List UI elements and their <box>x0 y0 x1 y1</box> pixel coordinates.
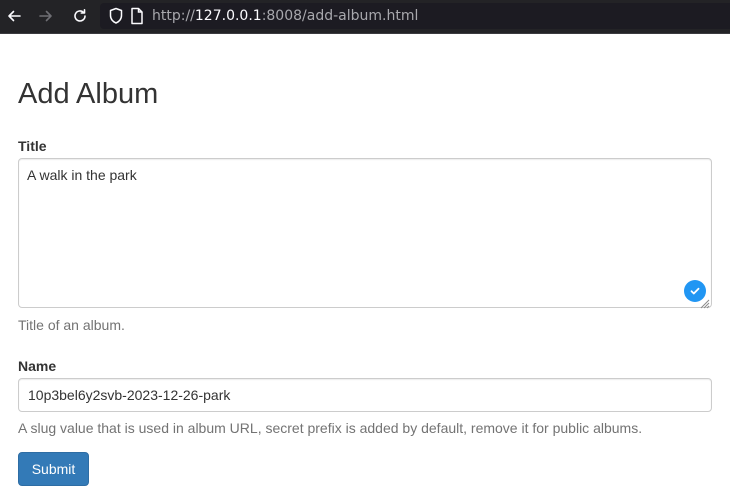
title-field-wrapper: A walk in the park <box>18 158 712 309</box>
back-arrow-icon[interactable] <box>2 5 26 27</box>
submit-button[interactable]: Submit <box>18 452 89 486</box>
title-help-text: Title of an album. <box>18 317 125 333</box>
title-textarea[interactable]: A walk in the park <box>18 158 712 308</box>
page-icon <box>130 7 144 25</box>
forward-arrow-icon[interactable] <box>34 5 58 27</box>
name-label: Name <box>18 358 57 374</box>
title-label: Title <box>18 138 47 154</box>
url-host: 127.0.0.1 <box>194 8 262 24</box>
url-bar[interactable]: http://127.0.0.1:8008/add-album.html <box>100 3 730 29</box>
shield-icon[interactable] <box>108 7 124 25</box>
reload-icon[interactable] <box>68 5 92 27</box>
url-scheme: http:// <box>152 8 195 24</box>
url-text[interactable]: http://127.0.0.1:8008/add-album.html <box>152 8 418 24</box>
name-input[interactable] <box>18 378 712 412</box>
browser-toolbar: http://127.0.0.1:8008/add-album.html <box>0 0 730 34</box>
name-help-text: A slug value that is used in album URL, … <box>18 420 643 436</box>
url-path: :8008/add-album.html <box>261 8 419 24</box>
resize-grip-icon[interactable] <box>700 296 710 314</box>
page-title: Add Album <box>18 78 159 110</box>
